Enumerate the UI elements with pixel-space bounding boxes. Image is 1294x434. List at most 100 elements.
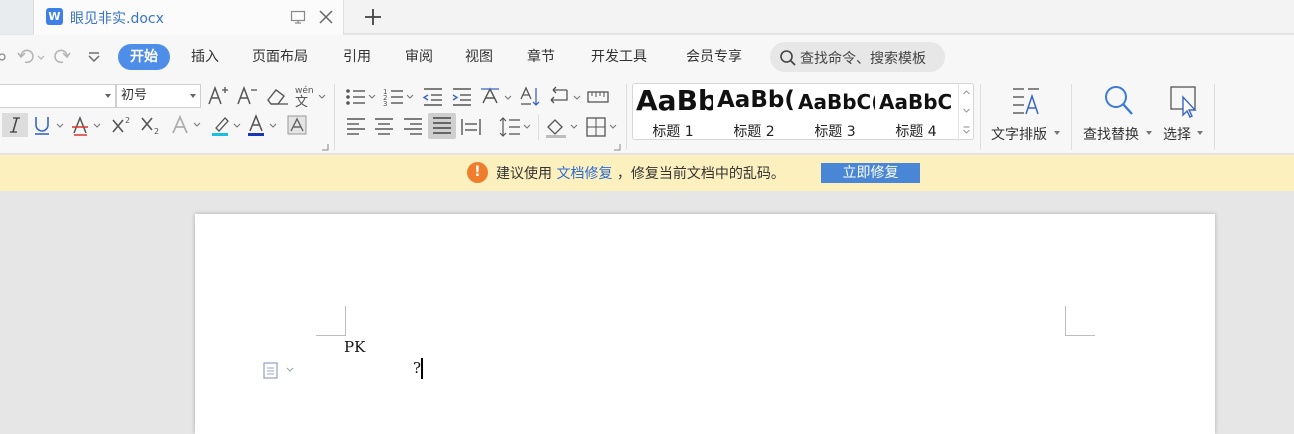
text-layout-button[interactable]: 文字排版	[990, 84, 1062, 148]
line-spacing-icon[interactable]	[498, 115, 532, 139]
pinyin-guide-icon[interactable]: wén 文	[292, 83, 326, 109]
superscript-icon[interactable]: 2	[110, 114, 136, 136]
document-tab[interactable]: W 眼见非实.docx	[34, 0, 344, 35]
quick-access-more-icon[interactable]	[0, 47, 8, 67]
tab-view[interactable]: 视图	[453, 44, 505, 70]
text-cursor	[421, 358, 423, 379]
text-effect-icon[interactable]	[170, 114, 204, 136]
notification-prefix: 建议使用	[496, 166, 552, 182]
tab-references[interactable]: 引用	[331, 44, 383, 70]
style-sample: AaBbC	[879, 90, 953, 114]
style-heading-1[interactable]: AaBb 标题 1	[633, 84, 713, 141]
style-heading-2[interactable]: AaBb( 标题 2	[714, 84, 794, 141]
styles-scroller[interactable]	[958, 84, 973, 141]
tab-developer[interactable]: 开发工具	[579, 44, 659, 70]
bullet-list-icon[interactable]	[344, 86, 378, 108]
float-window-icon[interactable]	[290, 9, 306, 25]
customize-quick-access-icon[interactable]	[86, 47, 102, 67]
search-icon	[780, 50, 796, 66]
increase-font-size-icon[interactable]	[206, 84, 230, 108]
increase-indent-icon[interactable]	[451, 86, 473, 108]
style-name: 标题 2	[733, 124, 775, 140]
find-replace-button[interactable]: 查找替换	[1082, 84, 1154, 148]
new-tab-icon[interactable]	[362, 6, 384, 28]
margin-corner-top-left	[316, 306, 346, 336]
margin-corner-top-right	[1065, 306, 1095, 336]
document-repair-link[interactable]: 文档修复	[556, 166, 612, 182]
paragraph-dialog-launcher-icon[interactable]	[612, 142, 622, 152]
font-dialog-launcher-icon[interactable]	[320, 142, 330, 152]
sort-icon[interactable]	[518, 85, 542, 109]
chevron-down-icon	[1146, 131, 1152, 135]
svg-text:文: 文	[295, 95, 308, 109]
style-name: 标题 1	[652, 124, 694, 140]
title-bar: W 眼见非实.docx	[0, 0, 1294, 35]
repair-now-button[interactable]: 立即修复	[821, 163, 920, 183]
svg-text:2: 2	[154, 127, 159, 136]
font-name-select[interactable]	[0, 84, 116, 108]
select-label: 选择	[1163, 127, 1191, 143]
ribbon-separator	[1071, 84, 1072, 150]
show-paragraph-marks-icon[interactable]	[547, 85, 583, 109]
borders-icon[interactable]	[585, 115, 619, 139]
svg-text:3: 3	[383, 100, 387, 108]
writer-doc-icon: W	[46, 8, 63, 25]
document-page[interactable]: PK ?	[195, 214, 1215, 434]
redo-icon[interactable]	[52, 47, 74, 67]
select-button[interactable]: 选择	[1162, 84, 1208, 148]
style-heading-4[interactable]: AaBbC 标题 4	[876, 84, 956, 141]
document-text-line: ?	[413, 359, 422, 377]
style-heading-3[interactable]: AaBbC( 标题 3	[795, 84, 875, 141]
search-placeholder: 查找命令、搜索模板	[800, 51, 926, 67]
ribbon-separator	[980, 84, 981, 150]
font-color-icon[interactable]	[246, 114, 278, 138]
style-name: 标题 3	[814, 124, 856, 140]
align-justify-icon	[433, 117, 451, 134]
command-search[interactable]: 查找命令、搜索模板	[770, 42, 945, 72]
shading-icon[interactable]	[544, 115, 580, 139]
highlight-icon[interactable]	[210, 114, 242, 138]
font-size-select[interactable]: 初号	[116, 84, 201, 108]
ribbon: 初号 wén 文 2 2 1 2 3 AaBb 标题 1 AaBb(标题 2 …	[0, 80, 1294, 154]
tab-home[interactable]: 开始	[118, 44, 170, 70]
ribbon-separator	[626, 84, 627, 150]
table-ruler-icon[interactable]	[586, 86, 610, 108]
chevron-down-icon	[1054, 131, 1060, 135]
clear-format-icon[interactable]	[264, 84, 290, 108]
tab-page-layout[interactable]: 页面布局	[240, 44, 320, 70]
chevron-down-icon	[105, 94, 111, 98]
tab-member[interactable]: 会员专享	[674, 44, 754, 70]
find-icon	[1105, 86, 1133, 115]
style-sample: AaBbC(	[798, 90, 875, 114]
undo-icon[interactable]	[16, 47, 46, 67]
align-right-icon[interactable]	[402, 116, 424, 138]
text-direction-icon[interactable]	[479, 85, 513, 109]
distributed-align-icon[interactable]	[460, 116, 482, 138]
decrease-font-size-icon[interactable]	[235, 84, 259, 108]
paste-options-icon[interactable]	[262, 360, 298, 380]
italic-button[interactable]	[2, 113, 28, 137]
justify-button[interactable]	[428, 113, 456, 139]
warning-icon: !	[467, 162, 488, 183]
menu-bar: 开始 插入 页面布局 引用 审阅 视图 章节 开发工具 会员专享 查找命令、搜索…	[0, 35, 1294, 80]
styles-gallery: AaBb 标题 1 AaBb( 标题 2 AaBbC( 标题 3 AaBbC 标…	[632, 83, 974, 141]
underline-icon[interactable]	[32, 115, 66, 137]
tab-review[interactable]: 审阅	[393, 44, 445, 70]
subscript-icon[interactable]: 2	[139, 114, 165, 136]
repair-notification-bar: ! 建议使用 文档修复 ，修复当前文档中的乱码。 立即修复	[0, 155, 1294, 191]
decrease-indent-icon[interactable]	[422, 86, 444, 108]
strikethrough-icon[interactable]	[70, 115, 104, 137]
tab-insert[interactable]: 插入	[179, 44, 231, 70]
sidebar-toggle[interactable]	[0, 0, 34, 34]
italic-icon	[10, 117, 20, 133]
align-center-icon[interactable]	[373, 116, 395, 138]
notification-message: 建议使用 文档修复 ，修复当前文档中的乱码。	[496, 163, 785, 183]
align-left-icon[interactable]	[345, 116, 367, 138]
svg-text:2: 2	[125, 116, 130, 125]
character-shading-icon[interactable]	[286, 114, 308, 136]
tab-section[interactable]: 章节	[515, 44, 567, 70]
chevron-down-icon	[1197, 131, 1203, 135]
close-tab-icon[interactable]	[317, 8, 335, 26]
numbered-list-icon[interactable]: 1 2 3	[382, 86, 416, 108]
font-size-value: 初号	[121, 88, 148, 103]
